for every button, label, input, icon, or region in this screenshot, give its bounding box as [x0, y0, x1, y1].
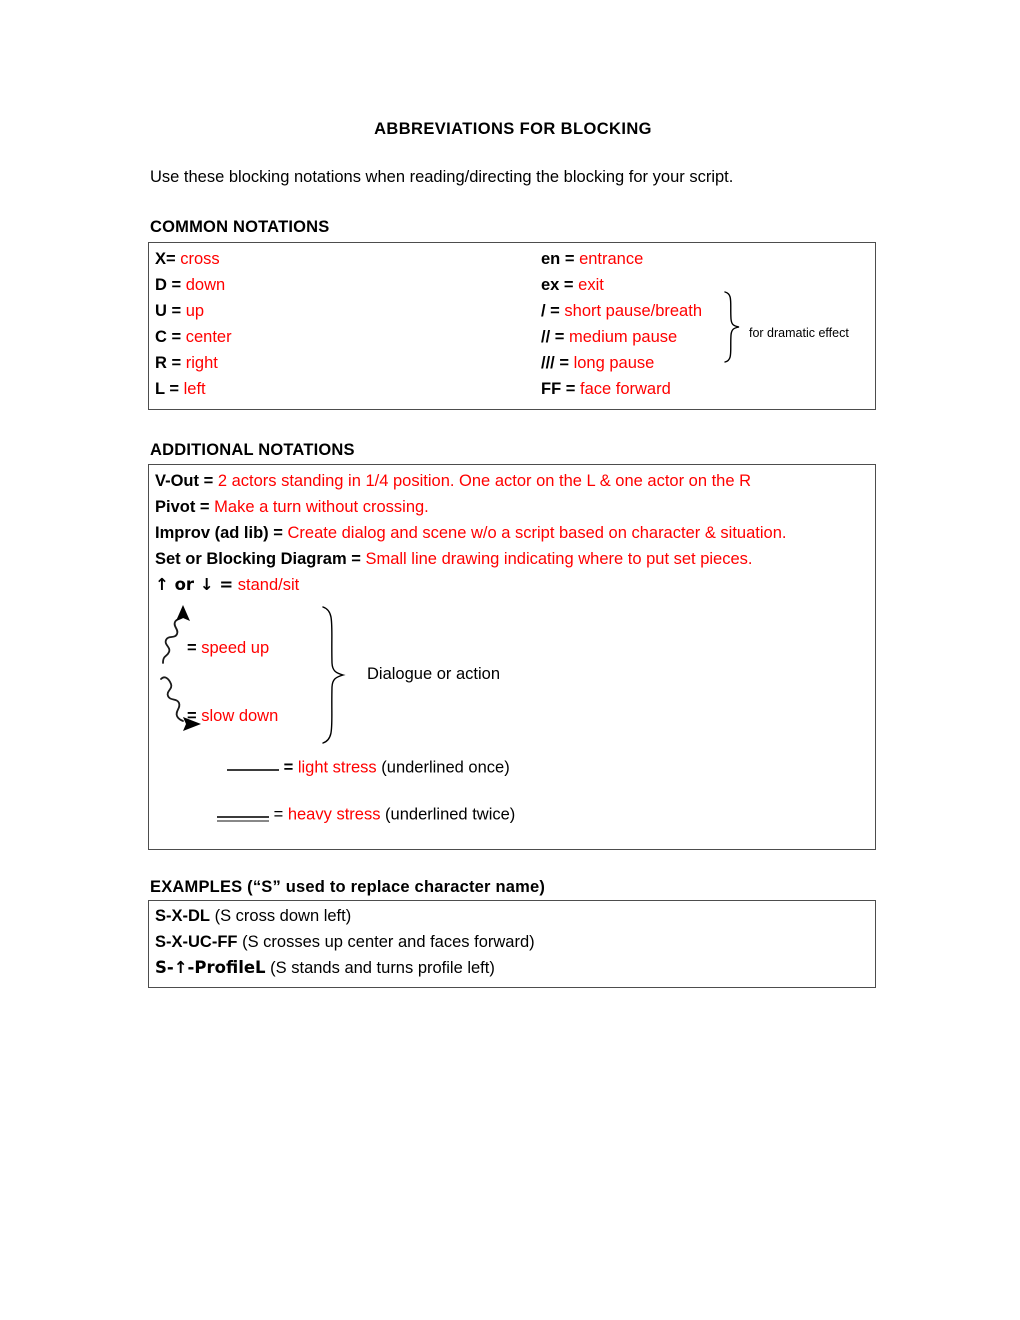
light-stress-note: (underlined once) [381, 758, 510, 777]
additional-notations-box: V-Out = 2 actors standing in 1/4 positio… [148, 464, 876, 850]
additional-value: 2 actors standing in 1/4 position. One a… [217, 472, 752, 490]
additional-value: Create dialog and scene w/o a script bas… [287, 524, 787, 542]
notation-row-long-pause: /// = long pause [541, 355, 654, 372]
speed-up-label-row: = speed up [187, 640, 269, 657]
example-key: S-X-DL [155, 907, 210, 925]
speed-up-label: speed up [201, 639, 270, 657]
equals-sign: = [187, 707, 197, 725]
heavy-stress-row: = heavy stress (underlined twice) [217, 803, 515, 823]
notation-row-up: U = up [155, 303, 204, 320]
examples-box: S-X-DL (S cross down left) S-X-UC-FF (S … [148, 900, 876, 988]
notation-value: long pause [573, 354, 655, 372]
notation-row-cross: X= cross [155, 251, 220, 268]
additional-key: Pivot = [155, 498, 210, 516]
notation-value: right [185, 354, 218, 372]
notation-value: entrance [579, 250, 644, 268]
notation-key: FF = [541, 380, 576, 398]
notation-row-medium-pause: // = medium pause [541, 329, 677, 346]
wavy-up-arrow-icon [162, 605, 190, 664]
notation-row-right: R = right [155, 355, 218, 372]
notation-key: en = [541, 250, 575, 268]
notation-key: L = [155, 380, 180, 398]
heavy-stress-label: heavy stress [287, 805, 381, 824]
notation-key: / = [541, 302, 560, 320]
example-note: (S cross down left) [214, 907, 352, 925]
heavy-stress-note: (underlined twice) [385, 805, 516, 824]
additional-row-set-diagram: Set or Blocking Diagram = Small line dra… [155, 551, 753, 568]
additional-value: stand/sit [237, 576, 300, 594]
notation-key: C = [155, 328, 182, 346]
section-heading-common-notations: COMMON NOTATIONS [150, 218, 330, 236]
notation-row-exit: ex = exit [541, 277, 604, 294]
example-row-cross-down-left: S-X-DL (S cross down left) [155, 908, 351, 925]
equals-sign: = [273, 805, 284, 824]
additional-key: Set or Blocking Diagram = [155, 550, 361, 568]
example-note: (S crosses up center and faces forward) [242, 933, 535, 951]
example-key: S-X-UC-FF [155, 933, 238, 951]
dramatic-effect-annotation: for dramatic effect [749, 326, 849, 340]
notation-key: D = [155, 276, 182, 294]
example-key: S-↑-ProfileL [155, 958, 266, 977]
light-stress-row: = light stress (underlined once) [227, 756, 510, 776]
additional-row-stand-sit: ↑ or ↓ = stand/sit [155, 575, 300, 594]
additional-row-v-out: V-Out = 2 actors standing in 1/4 positio… [155, 473, 751, 490]
light-stress-label: light stress [297, 758, 377, 777]
intro-paragraph: Use these blocking notations when readin… [150, 168, 734, 186]
notation-value: cross [180, 250, 220, 268]
additional-key: V-Out = [155, 472, 214, 490]
section-heading-additional-notations: ADDITIONAL NOTATIONS [150, 441, 355, 459]
additional-value: Small line drawing indicating where to p… [365, 550, 753, 568]
notation-value: face forward [579, 380, 671, 398]
notation-key: R = [155, 354, 182, 372]
curly-brace-icon [724, 291, 740, 363]
notation-key: U = [155, 302, 182, 320]
notation-row-down: D = down [155, 277, 225, 294]
notation-key: X= [155, 250, 176, 268]
curly-brace-icon [322, 606, 346, 744]
dialogue-or-action-annotation: Dialogue or action [367, 665, 500, 683]
additional-key: Improv (ad lib) = [155, 524, 283, 542]
common-notations-box: X= cross D = down U = up C = center R = … [148, 242, 876, 410]
equals-sign: = [187, 639, 197, 657]
page-title: ABBREVIATIONS FOR BLOCKING [374, 120, 652, 138]
equals-sign: = [283, 758, 294, 777]
notation-row-short-pause: / = short pause/breath [541, 303, 702, 320]
notation-value: short pause/breath [564, 302, 702, 320]
notation-value: down [185, 276, 226, 294]
notation-value: left [183, 380, 206, 398]
notation-row-center: C = center [155, 329, 232, 346]
notation-key: /// = [541, 354, 569, 372]
additional-value: Make a turn without crossing. [214, 498, 429, 516]
notation-row-face-forward: FF = face forward [541, 381, 671, 398]
example-row-stand-profile-left: S-↑-ProfileL (S stands and turns profile… [155, 958, 495, 977]
additional-row-pivot: Pivot = Make a turn without crossing. [155, 499, 429, 516]
slow-down-label: slow down [201, 707, 279, 725]
notation-value: up [185, 302, 205, 320]
notation-row-entrance: en = entrance [541, 251, 643, 268]
notation-row-left: L = left [155, 381, 206, 398]
additional-key: ↑ or ↓ = [155, 575, 234, 594]
notation-value: medium pause [568, 328, 678, 346]
example-row-cross-up-center: S-X-UC-FF (S crosses up center and faces… [155, 934, 535, 951]
notation-key: // = [541, 328, 565, 346]
notation-value: exit [578, 276, 604, 294]
notation-key: ex = [541, 276, 574, 294]
single-underline-icon [227, 756, 279, 773]
section-heading-examples: EXAMPLES (“S” used to replace character … [150, 878, 546, 896]
slow-down-label-row: = slow down [187, 708, 278, 725]
example-note: (S stands and turns profile left) [270, 959, 495, 977]
double-underline-icon [217, 803, 269, 821]
notation-value: center [185, 328, 232, 346]
additional-row-improv: Improv (ad lib) = Create dialog and scen… [155, 525, 786, 542]
document-page: ABBREVIATIONS FOR BLOCKING Use these blo… [0, 0, 1020, 1320]
